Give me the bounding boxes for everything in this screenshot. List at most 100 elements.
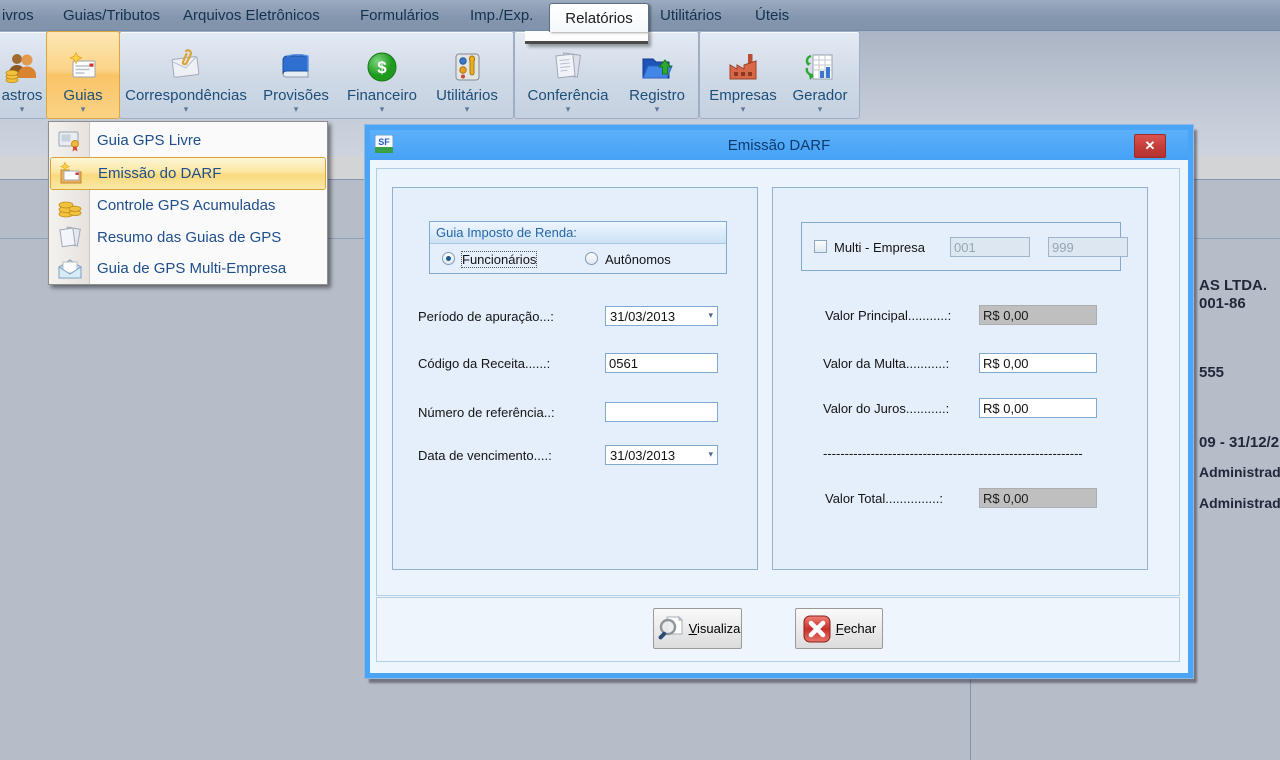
- ribbon-item-label: Financeiro: [347, 87, 417, 104]
- menu-item-label: Guia GPS Livre: [97, 132, 201, 149]
- ribbon-item-label: Registro: [629, 87, 685, 104]
- valor-principal-input: [979, 305, 1097, 325]
- valor-principal-label: Valor Principal...........:: [825, 308, 951, 323]
- buttons-bar: [376, 597, 1180, 662]
- menu-tab-imp-exp[interactable]: Imp./Exp.: [470, 7, 533, 24]
- ribbon-item-label: Utilitários: [436, 87, 498, 104]
- codigo-receita-input[interactable]: [605, 353, 718, 373]
- valor-multa-input[interactable]: [979, 353, 1097, 373]
- chevron-down-icon: ▾: [818, 105, 823, 113]
- documents-icon: [550, 44, 586, 84]
- menu-item-guia-gps-multi-empresa[interactable]: Guia de GPS Multi-Empresa: [49, 253, 327, 284]
- multi-empresa-group: Multi - Empresa: [801, 222, 1121, 271]
- menu-item-label: Emissão do DARF: [98, 165, 221, 182]
- autonomos-radio-label[interactable]: Autônomos: [605, 252, 671, 267]
- menu-tab-uteis[interactable]: Úteis: [755, 7, 789, 24]
- guia-imposto-renda-group: Guia Imposto de Renda: Funcionários Autô…: [429, 221, 727, 274]
- numero-referencia-input[interactable]: [605, 402, 718, 422]
- empresa-final-input: [1048, 237, 1128, 257]
- ribbon-item-provisoes[interactable]: Provisões ▾: [252, 32, 340, 116]
- combo-value: 31/03/2013: [610, 448, 675, 463]
- ribbon-item-registro[interactable]: Registro ▾: [620, 32, 694, 116]
- chevron-down-icon: ▾: [294, 105, 299, 113]
- button-label: Fechar: [836, 621, 876, 636]
- funcionarios-radio[interactable]: [442, 252, 455, 265]
- background-text: 09 - 31/12/2: [1199, 434, 1279, 451]
- background-text: 001-86: [1199, 295, 1246, 312]
- ribbon-item-label: Correspondências: [125, 87, 247, 104]
- ribbon-item-utilitarios[interactable]: Utilitários ▾: [424, 32, 510, 116]
- ribbon-item-guias[interactable]: Guias ▾: [46, 31, 120, 119]
- data-vencimento-combobox[interactable]: 31/03/2013 ▾: [605, 445, 718, 465]
- menu-item-label: Resumo das Guias de GPS: [97, 229, 281, 246]
- menu-item-label: Controle GPS Acumuladas: [97, 197, 275, 214]
- multi-empresa-label[interactable]: Multi - Empresa: [834, 240, 925, 255]
- close-button[interactable]: ✕: [1134, 134, 1166, 158]
- background-text: AS LTDA.: [1199, 277, 1267, 294]
- papers-icon: [56, 224, 83, 251]
- chevron-down-icon: ▾: [81, 105, 86, 113]
- empresa-inicial-input: [950, 237, 1030, 257]
- dialog-client-area: Guia Imposto de Renda: Funcionários Autô…: [370, 160, 1188, 673]
- fechar-button[interactable]: Fechar: [795, 608, 883, 649]
- group-title: Guia Imposto de Renda:: [430, 222, 726, 244]
- ribbon-item-financeiro[interactable]: $ Financeiro ▾: [342, 32, 422, 116]
- data-vencimento-label: Data de vencimento....:: [418, 448, 552, 463]
- envelope-sparkle-icon: [57, 160, 84, 187]
- spreadsheet-generator-icon: [803, 44, 837, 84]
- envelope-paperclip-icon: [168, 44, 204, 84]
- ribbon-item-label: Empresas: [709, 87, 777, 104]
- ribbon-item-label: Gerador: [792, 87, 847, 104]
- chevron-down-icon: ▾: [708, 449, 713, 460]
- magnifier-icon: [655, 614, 685, 644]
- chevron-down-icon: ▾: [184, 105, 189, 113]
- menu-tab-arquivos-eletronicos[interactable]: Arquivos Eletrônicos: [183, 7, 320, 24]
- menu-item-label: Guia de GPS Multi-Empresa: [97, 260, 286, 277]
- menu-item-resumo-guias-gps[interactable]: Resumo das Guias de GPS: [49, 222, 327, 253]
- menu-tab-guias-tributos[interactable]: Guias/Tributos: [63, 7, 160, 24]
- ribbon-item-empresas[interactable]: Empresas ▾: [702, 32, 784, 116]
- funcionarios-radio-label[interactable]: Funcionários: [462, 252, 536, 267]
- close-x-icon: [802, 614, 832, 644]
- people-coins-icon: [5, 44, 39, 84]
- valor-juros-input[interactable]: [979, 398, 1097, 418]
- dialog-title: Emissão DARF: [370, 137, 1188, 154]
- active-tab-panel-edge: [525, 30, 648, 44]
- folder-upload-icon: [639, 44, 675, 84]
- ribbon-item-conferencia[interactable]: Conferência ▾: [516, 32, 620, 116]
- visualiza-button[interactable]: Visualiza: [653, 608, 742, 649]
- menu-tab-relatorios-active[interactable]: Relatórios: [549, 3, 649, 32]
- codigo-receita-label: Código da Receita......:: [418, 356, 550, 371]
- right-panel: Multi - Empresa Valor Principal.........…: [772, 187, 1148, 570]
- menu-tab-formularios[interactable]: Formulários: [360, 7, 439, 24]
- chevron-down-icon: ▾: [655, 105, 660, 113]
- periodo-apuracao-combobox[interactable]: 31/03/2013 ▾: [605, 306, 718, 326]
- svg-text:$: $: [377, 58, 387, 77]
- ribbon-item-gerador[interactable]: Gerador ▾: [786, 32, 854, 116]
- menu-item-emissao-darf[interactable]: Emissão do DARF: [50, 157, 326, 190]
- certificate-document-icon: [56, 127, 83, 154]
- app-screen: AS LTDA. 001-86 555 09 - 31/12/2 Adminis…: [0, 0, 1280, 760]
- valor-juros-label: Valor do Juros...........:: [823, 401, 949, 416]
- dialog-title-bar[interactable]: SF Emissão DARF ✕: [370, 130, 1188, 160]
- ribbon-item-label: Guias: [63, 87, 102, 104]
- left-panel: Guia Imposto de Renda: Funcionários Autô…: [392, 187, 758, 570]
- ribbon-item-correspondencias[interactable]: Correspondências ▾: [122, 32, 250, 116]
- background-text: Administrado: [1199, 464, 1280, 480]
- numero-referencia-label: Número de referência..:: [418, 405, 555, 420]
- chevron-down-icon: ▾: [465, 105, 470, 113]
- menu-item-guia-gps-livre[interactable]: Guia GPS Livre: [49, 125, 327, 156]
- menu-item-controle-gps-acumuladas[interactable]: Controle GPS Acumuladas: [49, 190, 327, 221]
- guias-dropdown-menu: Guia GPS Livre Emissão do DARF: [48, 121, 328, 285]
- periodo-apuracao-label: Período de apuração...:: [418, 309, 554, 324]
- background-text: Administrado: [1199, 495, 1280, 511]
- ribbon-item-label: Provisões: [263, 87, 329, 104]
- menu-tab-utilitarios[interactable]: Utilitários: [660, 7, 722, 24]
- envelope-sparkle-icon: [66, 44, 100, 84]
- valor-multa-label: Valor da Multa...........:: [823, 356, 949, 371]
- close-icon: ✕: [1145, 138, 1156, 154]
- menu-tab-livros[interactable]: ivros: [2, 7, 34, 24]
- multi-empresa-checkbox[interactable]: [814, 240, 827, 253]
- autonomos-radio[interactable]: [585, 252, 598, 265]
- tools-icon: [450, 44, 484, 84]
